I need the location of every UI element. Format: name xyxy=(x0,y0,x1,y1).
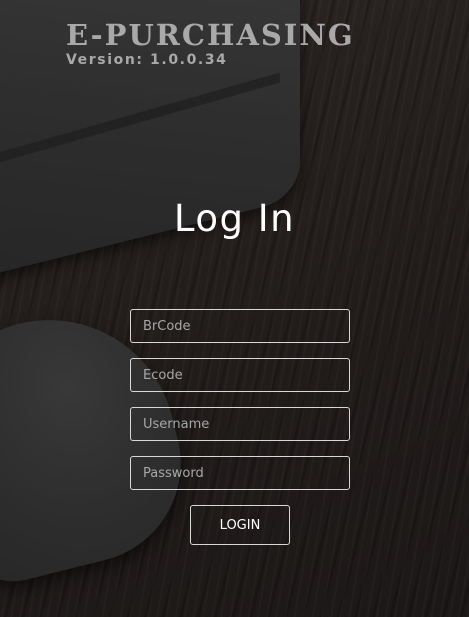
username-input[interactable] xyxy=(130,407,350,441)
brand-header: E-PURCHASING Version: 1.0.0.34 xyxy=(66,18,355,68)
brcode-input[interactable] xyxy=(130,309,350,343)
ecode-input[interactable] xyxy=(130,358,350,392)
app-version: Version: 1.0.0.34 xyxy=(66,52,228,68)
password-input[interactable] xyxy=(130,456,350,490)
login-button[interactable]: LOGIN xyxy=(190,505,290,545)
login-heading: Log In xyxy=(173,197,296,240)
app-title: E-PURCHASING xyxy=(66,18,355,52)
